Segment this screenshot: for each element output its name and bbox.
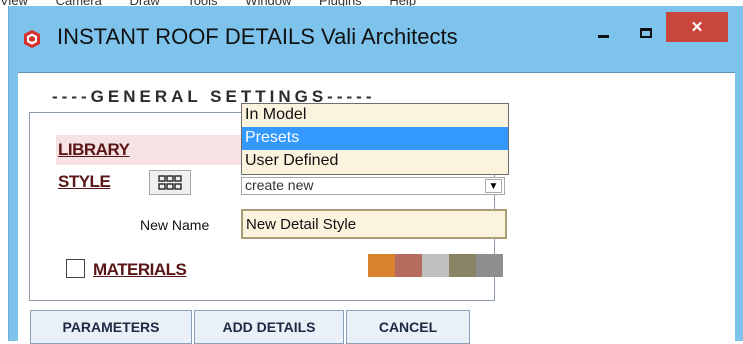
window-title: INSTANT ROOF DETAILS Vali Architects	[57, 24, 458, 49]
style-select[interactable]: create new ▼	[241, 177, 505, 195]
dialog-window: INSTANT ROOF DETAILS Vali Architects ✕ -…	[8, 6, 743, 344]
parameters-button[interactable]: PARAMETERS	[30, 310, 192, 344]
minimize-icon	[597, 34, 609, 38]
library-row: LIBRARY	[56, 135, 244, 165]
add-details-button[interactable]: ADD DETAILS	[194, 310, 344, 344]
new-name-label: New Name	[140, 217, 210, 233]
style-select-value: create new	[245, 177, 314, 193]
grid-icon	[158, 174, 182, 190]
dropdown-option-in-model[interactable]: In Model	[242, 104, 508, 127]
brick-orange-swatch-icon[interactable]	[368, 254, 395, 277]
library-label[interactable]: LIBRARY	[58, 140, 130, 160]
library-dropdown[interactable]: In Model Presets User Defined	[241, 103, 509, 175]
close-icon: ✕	[690, 19, 704, 36]
sketchup-logo-icon	[24, 30, 40, 48]
brick-red-swatch-icon[interactable]	[395, 254, 422, 277]
chevron-down-icon[interactable]: ▼	[485, 179, 502, 193]
concrete-swatch-icon[interactable]	[476, 254, 503, 277]
dropdown-option-presets[interactable]: Presets	[242, 127, 508, 150]
stone-grey-swatch-icon[interactable]	[422, 254, 449, 277]
minimize-button[interactable]	[591, 20, 615, 46]
maximize-button[interactable]	[633, 20, 659, 46]
materials-label[interactable]: MATERIALS	[93, 260, 187, 280]
new-name-input[interactable]	[241, 209, 507, 239]
style-label[interactable]: STYLE	[58, 172, 111, 192]
titlebar[interactable]: INSTANT ROOF DETAILS Vali Architects ✕	[9, 6, 743, 66]
close-button[interactable]: ✕	[666, 12, 728, 42]
dialog-body: ----GENERAL SETTINGS----- LIBRARY STYLE …	[18, 72, 735, 344]
style-grid-button[interactable]	[149, 170, 191, 195]
dropdown-option-user-defined[interactable]: User Defined	[242, 150, 508, 173]
maximize-icon	[640, 28, 652, 38]
stone-olive-swatch-icon[interactable]	[449, 254, 476, 277]
materials-checkbox[interactable]	[66, 259, 85, 278]
cancel-button[interactable]: CANCEL	[346, 310, 470, 344]
material-swatches	[368, 254, 503, 277]
